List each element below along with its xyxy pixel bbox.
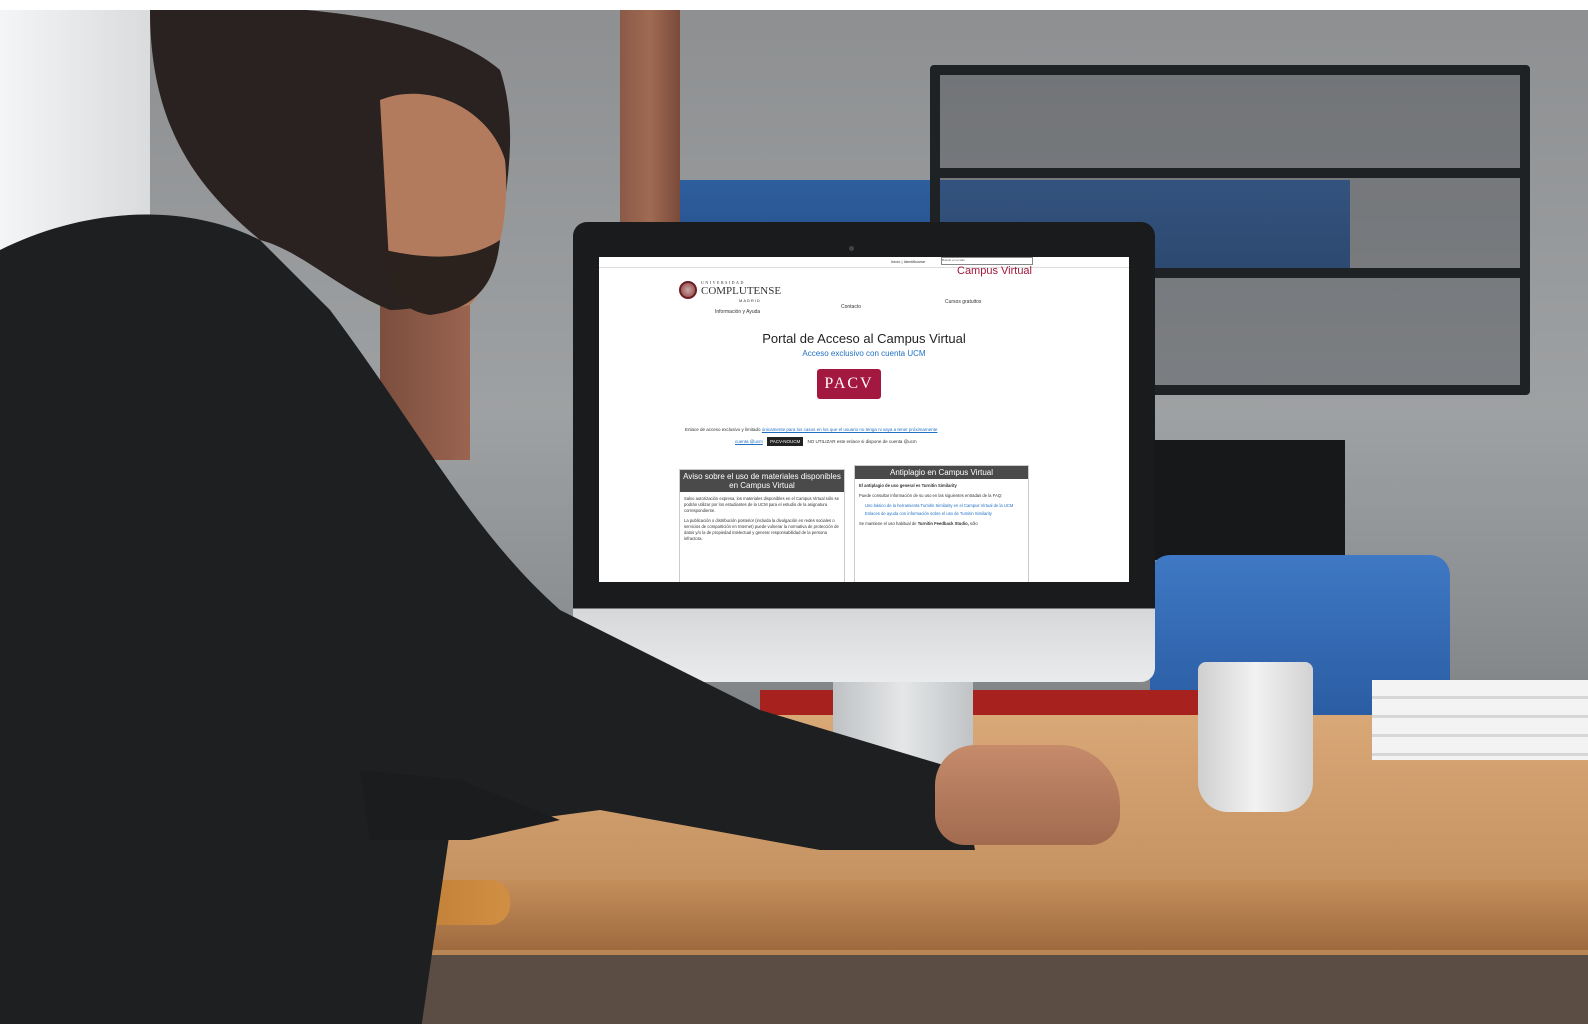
- photo-scene: Inicio | Identificarse Buscar en el siti…: [0, 0, 1588, 1036]
- book-stack: [1372, 680, 1588, 760]
- person-silhouette: [0, 10, 975, 1036]
- image-border-bottom: [0, 1024, 1588, 1036]
- hand-on-mouse: [935, 745, 1120, 845]
- image-border-top: [0, 0, 1588, 10]
- shelf-board: [930, 168, 1530, 178]
- television: [1155, 440, 1345, 560]
- white-mug: [1198, 662, 1313, 812]
